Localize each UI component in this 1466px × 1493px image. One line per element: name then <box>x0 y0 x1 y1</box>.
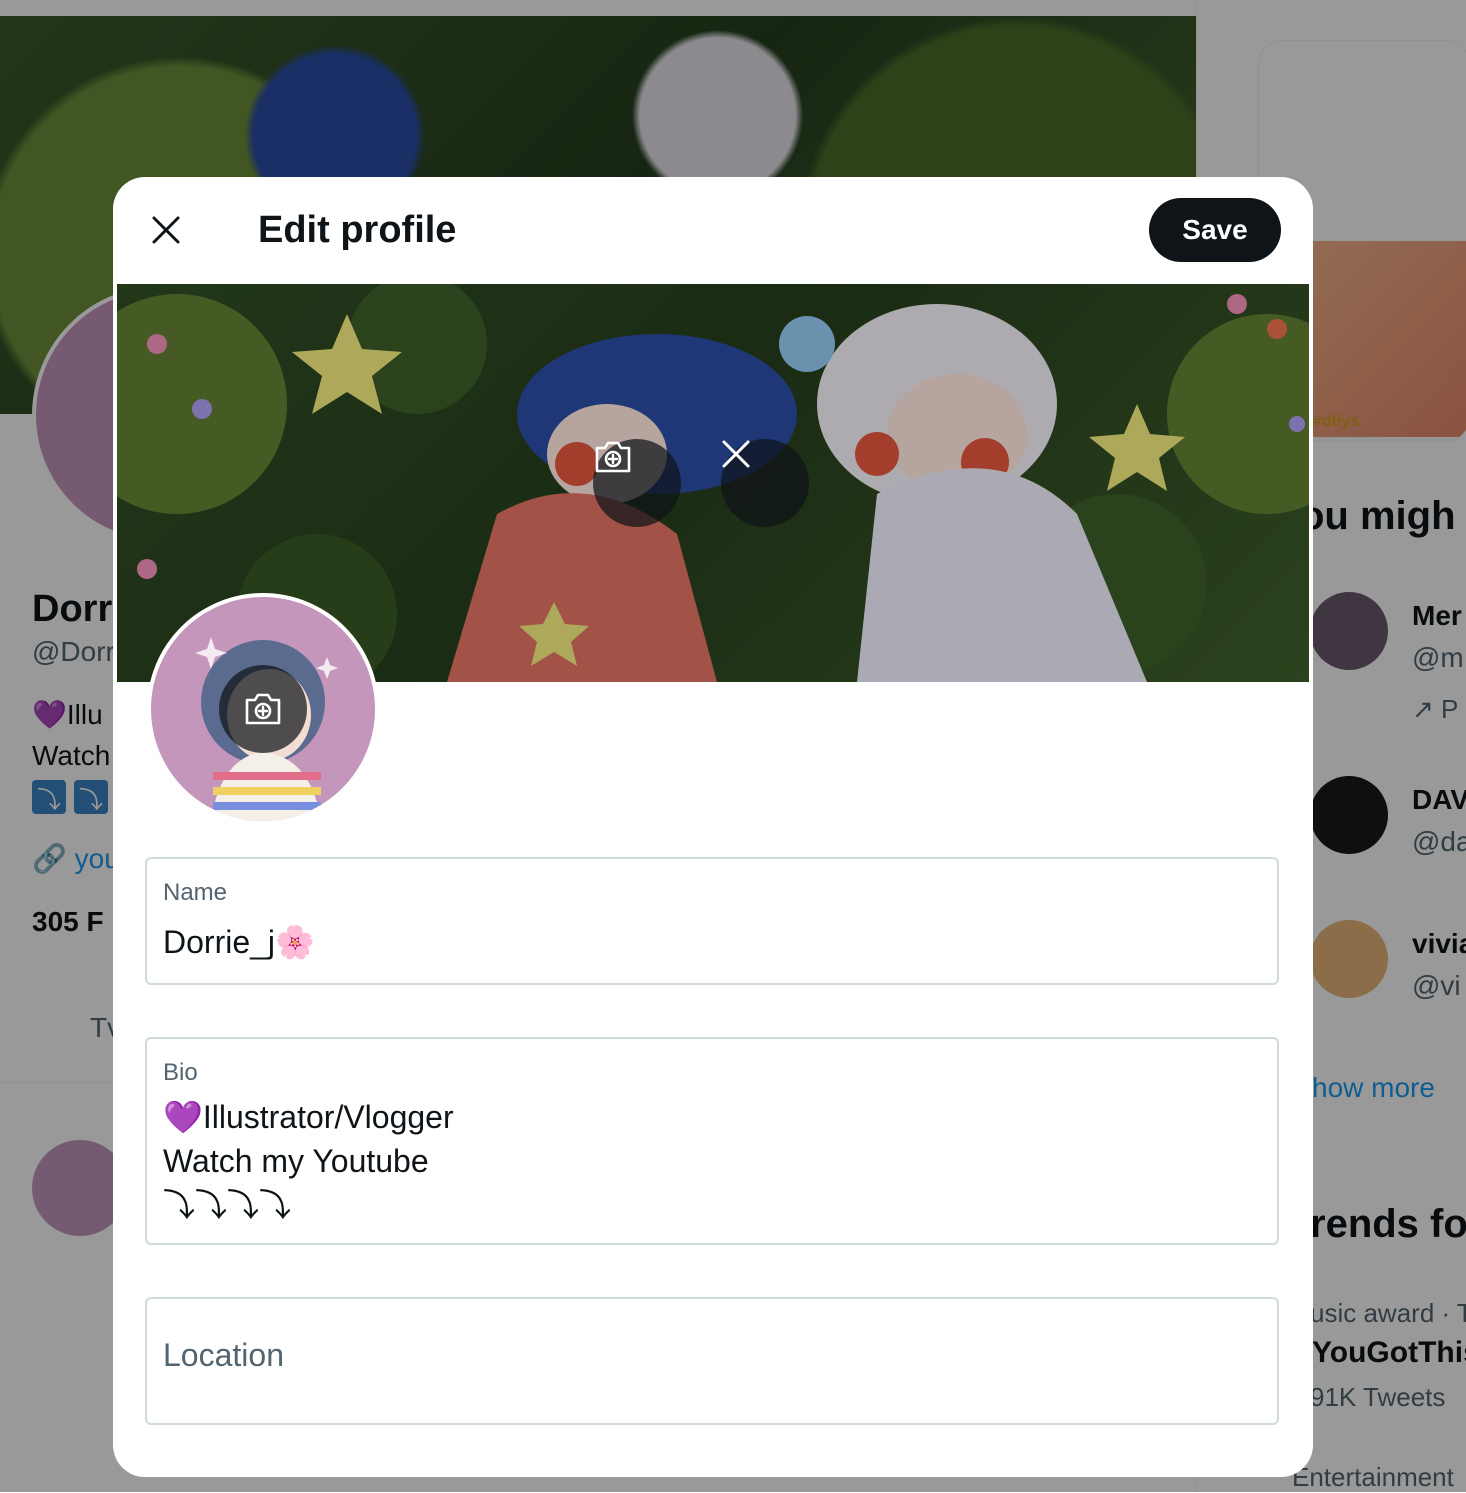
close-icon <box>152 216 180 244</box>
close-button[interactable] <box>133 197 199 263</box>
remove-icon <box>722 440 750 468</box>
add-avatar-photo-button[interactable] <box>219 665 307 753</box>
add-header-photo-button[interactable] <box>593 439 681 527</box>
bio-line: Watch my Youtube <box>163 1143 429 1179</box>
dialog-title: Edit profile <box>258 209 457 251</box>
camera-add-icon <box>245 693 281 725</box>
name-input[interactable]: Dorrie_j🌸 <box>163 923 315 961</box>
name-field[interactable]: Name Dorrie_j🌸 <box>145 857 1279 985</box>
edit-profile-dialog: Edit profile Save Name Dorrie_j🌸 Bio 💜Il… <box>113 177 1313 1477</box>
avatar-container <box>147 593 379 825</box>
save-button[interactable]: Save <box>1149 198 1281 262</box>
bio-field-label: Bio <box>163 1059 198 1086</box>
camera-add-icon <box>595 441 631 473</box>
bio-field[interactable]: Bio 💜Illustrator/Vlogger Watch my Youtub… <box>145 1037 1279 1245</box>
dialog-header: Edit profile Save <box>113 177 1313 283</box>
bio-textarea[interactable]: 💜Illustrator/Vlogger Watch my Youtube ⤵⤵… <box>163 1095 454 1227</box>
location-input[interactable]: Location <box>163 1337 284 1374</box>
name-field-label: Name <box>163 879 228 906</box>
location-field[interactable]: Location <box>145 1297 1279 1425</box>
bio-line: ⤵⤵⤵⤵ <box>163 1187 292 1223</box>
remove-header-photo-button[interactable] <box>721 439 809 527</box>
bio-line: 💜Illustrator/Vlogger <box>163 1099 454 1135</box>
avatar <box>151 597 375 821</box>
